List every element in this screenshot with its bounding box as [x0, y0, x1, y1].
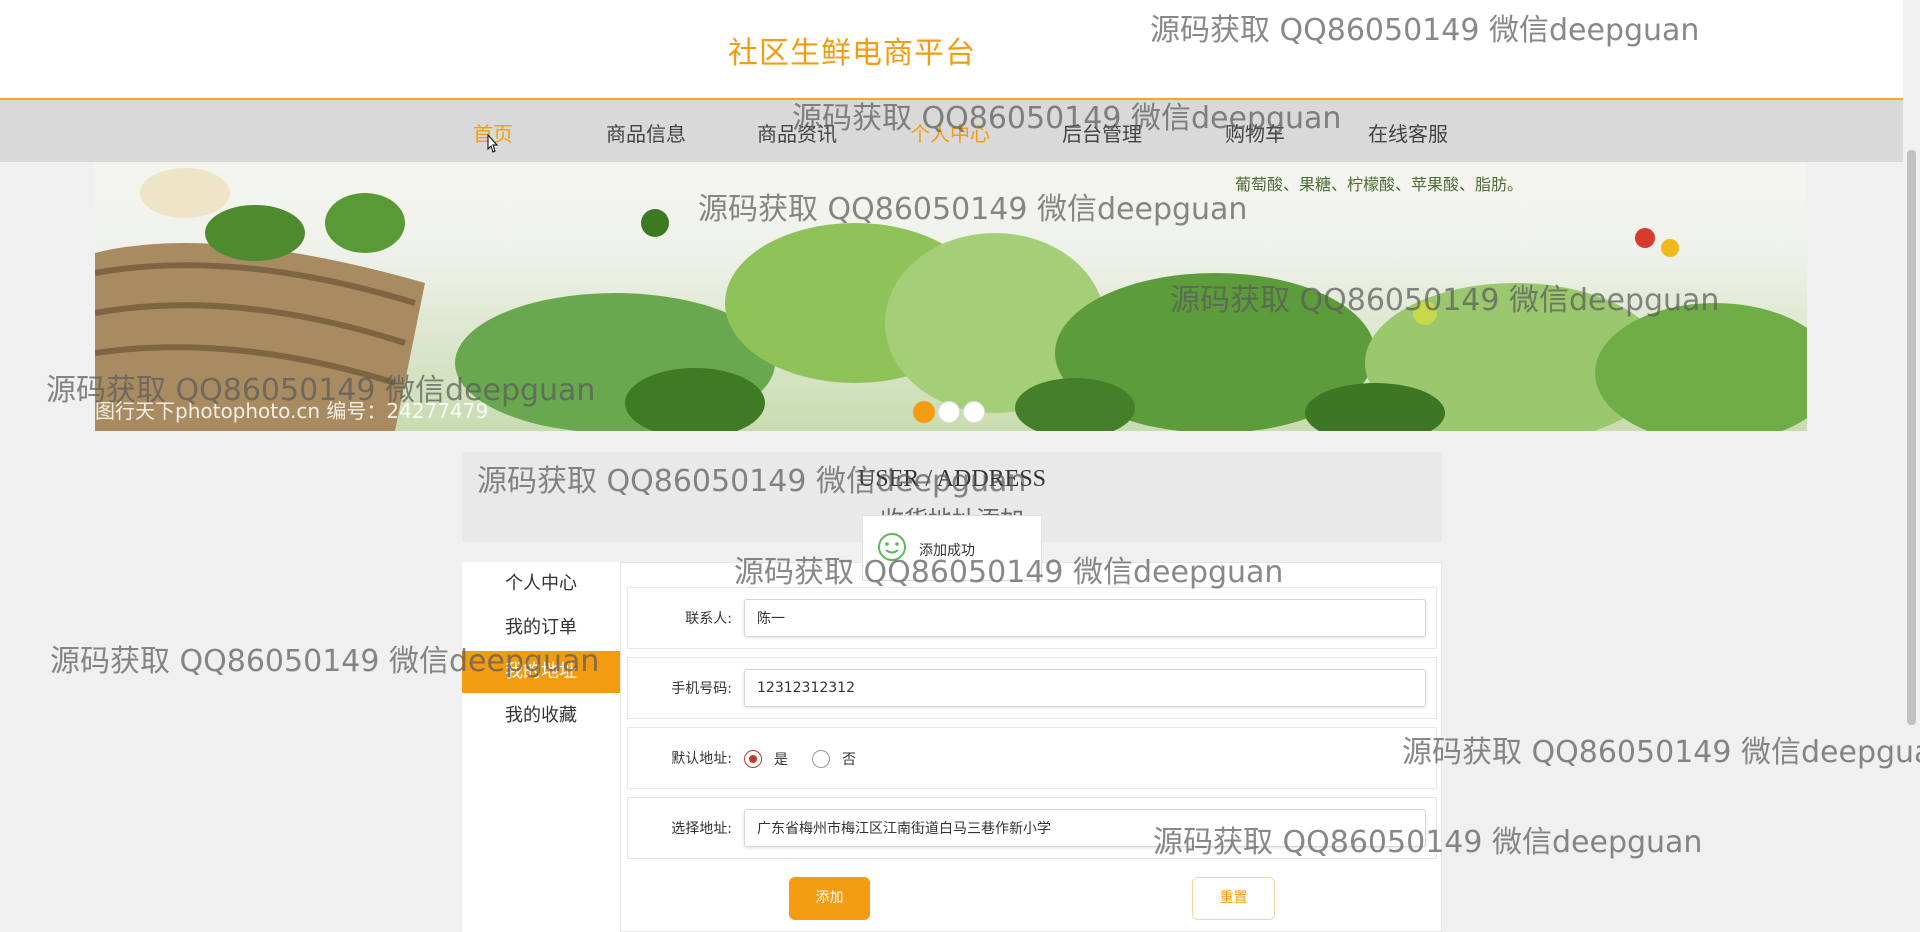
- contact-input[interactable]: [744, 599, 1426, 637]
- mouse-pointer-icon: [487, 134, 499, 153]
- nav-personal-center[interactable]: 个人中心: [910, 118, 990, 147]
- section-heading-en: USER / ADDRESS: [857, 466, 1047, 492]
- page-scrollbar[interactable]: [1903, 0, 1920, 932]
- sidebar-item-addresses[interactable]: 我的地址: [462, 651, 620, 693]
- smile-icon: [878, 533, 906, 561]
- main-nav: 首页 商品信息 商品资讯 个人中心 后台管理 购物车 在线客服: [0, 100, 1903, 162]
- toast-message: 添加成功: [919, 543, 975, 559]
- success-toast: 添加成功: [862, 515, 1042, 581]
- address-form: 联系人: 手机号码: 默认地址: 是 否 选择地址:: [620, 562, 1442, 932]
- form-row-address: 选择地址:: [627, 797, 1437, 859]
- phone-label: 手机号码:: [671, 681, 732, 697]
- default-address-label: 默认地址:: [671, 751, 732, 767]
- nav-customer-service[interactable]: 在线客服: [1368, 118, 1448, 147]
- form-row-contact: 联系人:: [627, 587, 1437, 649]
- nav-news[interactable]: 商品资讯: [757, 118, 837, 147]
- address-label: 选择地址:: [671, 821, 732, 837]
- vegetables-illustration: [95, 168, 1807, 431]
- nav-products[interactable]: 商品信息: [606, 118, 686, 147]
- banner-carousel[interactable]: 葡萄酸、果糖、柠檬酸、苹果酸、脂肪。 图行天下photophoto.cn 编号：…: [95, 163, 1807, 431]
- carousel-dot-1[interactable]: [913, 401, 935, 423]
- contact-label: 联系人:: [685, 611, 732, 627]
- form-row-phone: 手机号码:: [627, 657, 1437, 719]
- watermark: 源码获取 QQ86050149 微信deepguan: [1402, 735, 1920, 770]
- sidebar-item-personal-center[interactable]: 个人中心: [462, 563, 620, 605]
- form-row-default: 默认地址: 是 否: [627, 727, 1437, 789]
- nav-admin[interactable]: 后台管理: [1062, 118, 1142, 147]
- default-no-label: 否: [842, 752, 856, 768]
- header: 社区生鲜电商平台: [0, 0, 1903, 100]
- address-input[interactable]: [744, 809, 1426, 847]
- sidebar-item-favorites[interactable]: 我的收藏: [462, 695, 620, 737]
- default-yes-radio[interactable]: [744, 750, 762, 768]
- scrollbar-thumb[interactable]: [1907, 150, 1916, 725]
- default-yes-label: 是: [774, 752, 788, 768]
- sidebar-item-orders[interactable]: 我的订单: [462, 607, 620, 649]
- reset-button[interactable]: 重置: [1192, 877, 1275, 920]
- carousel-dot-2[interactable]: [938, 401, 960, 423]
- add-button[interactable]: 添加: [789, 877, 870, 920]
- banner-caption: 葡萄酸、果糖、柠檬酸、苹果酸、脂肪。: [1235, 175, 1524, 194]
- default-no-radio[interactable]: [812, 750, 830, 768]
- banner-credit: 图行天下photophoto.cn 编号：24277479: [95, 399, 489, 423]
- user-sidebar: 个人中心 我的订单 我的地址 我的收藏: [462, 562, 620, 932]
- site-title: 社区生鲜电商平台: [728, 36, 976, 71]
- carousel-dot-3[interactable]: [963, 401, 985, 423]
- nav-cart[interactable]: 购物车: [1225, 118, 1285, 147]
- phone-input[interactable]: [744, 669, 1426, 707]
